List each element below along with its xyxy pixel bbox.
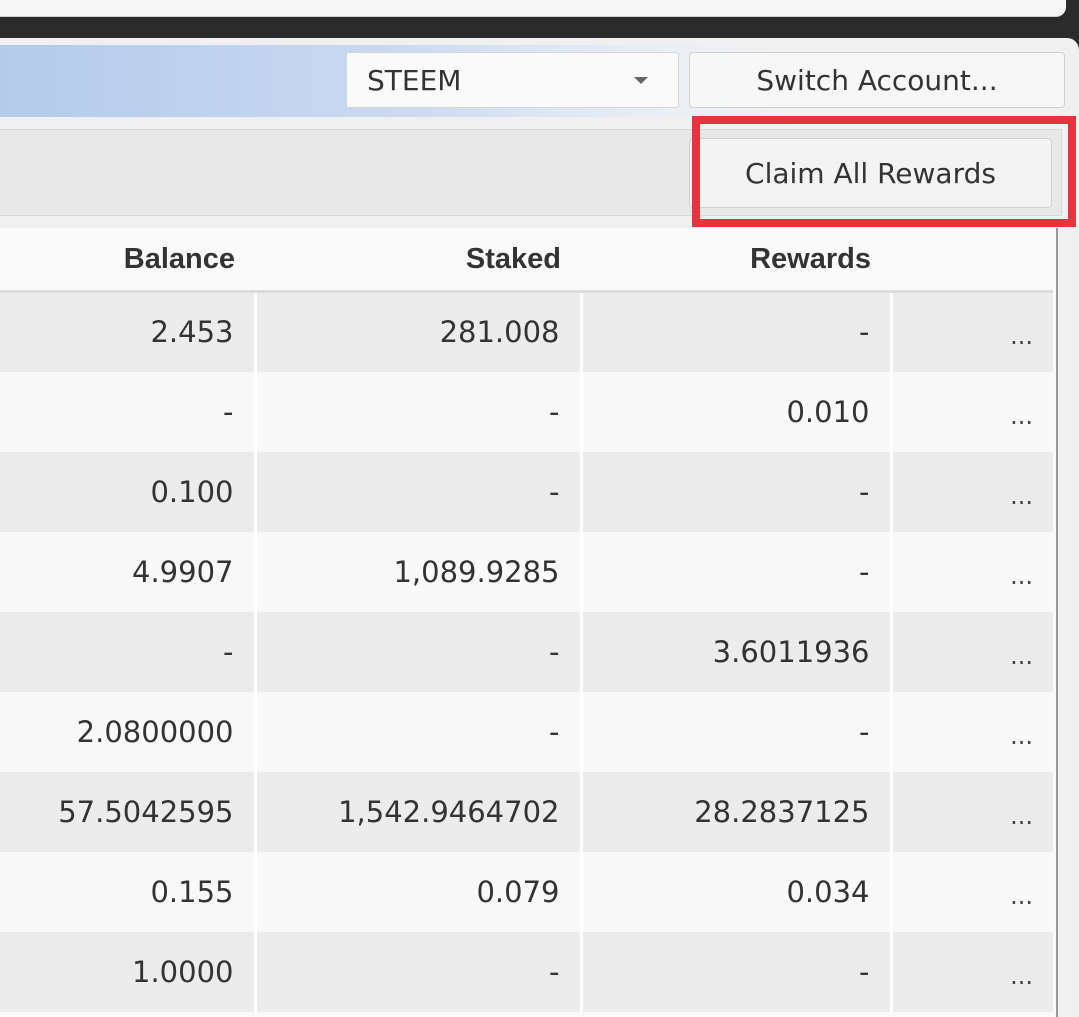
table-row[interactable]: 2.453 281.008 - ...: [0, 291, 1053, 372]
switch-account-button[interactable]: Switch Account...: [689, 52, 1065, 108]
table-row[interactable]: - - 0.010 ...: [0, 371, 1053, 452]
cell-balance: 0.100: [0, 451, 257, 532]
cell-staked: 281.008: [255, 291, 583, 372]
window-top-edge: [0, 0, 1066, 17]
header-staked[interactable]: Staked: [255, 228, 581, 293]
claim-all-rewards-button[interactable]: Claim All Rewards: [689, 138, 1052, 208]
cell-balance: 1.0000: [0, 931, 257, 1012]
cell-balance: 2.453: [0, 291, 257, 372]
cell-staked: 1,089.9285: [255, 531, 583, 612]
cell-balance: 2.0800000: [0, 691, 257, 772]
cell-balance: 4.9907: [0, 531, 257, 612]
table-header-row: Balance Staked Rewards: [0, 228, 1053, 293]
cell-rewards: -: [581, 691, 893, 772]
cell-balance: 57.5042595: [0, 771, 257, 852]
more-actions-button[interactable]: ...: [891, 371, 1053, 452]
more-actions-button[interactable]: ...: [891, 691, 1053, 772]
chevron-down-icon: [634, 77, 648, 84]
table-row[interactable]: 4.9907 1,089.9285 - ...: [0, 531, 1053, 612]
cell-staked: -: [255, 371, 583, 452]
cell-staked: 0.079: [255, 851, 583, 932]
cell-rewards: 3.6011936: [581, 611, 893, 692]
chain-select-value: STEEM: [367, 63, 462, 97]
cell-staked: -: [255, 931, 583, 1012]
more-actions-button[interactable]: ...: [891, 851, 1053, 932]
cell-staked: 1,542.9464702: [255, 771, 583, 852]
header-balance[interactable]: Balance: [0, 228, 255, 293]
cell-rewards: -: [581, 931, 893, 1012]
cell-staked: -: [255, 691, 583, 772]
cell-rewards: -: [581, 291, 893, 372]
cell-balance: -: [0, 371, 257, 452]
table-row[interactable]: 0.155 0.079 0.034 ...: [0, 851, 1053, 932]
cell-staked: -: [255, 451, 583, 532]
cell-rewards: 0.034: [581, 851, 893, 932]
more-actions-button[interactable]: ...: [891, 451, 1053, 532]
header-rewards[interactable]: Rewards: [581, 228, 891, 293]
cell-rewards: -: [581, 451, 893, 532]
cell-balance: -: [0, 611, 257, 692]
chain-select[interactable]: STEEM: [346, 52, 679, 108]
more-actions-button[interactable]: ...: [891, 291, 1053, 372]
cell-staked: -: [255, 611, 583, 692]
more-actions-button[interactable]: ...: [891, 611, 1053, 692]
cell-rewards: 0.010: [581, 371, 893, 452]
header-actions: [891, 228, 1053, 293]
cell-balance: 0.155: [0, 851, 257, 932]
table-row[interactable]: 0.100 - - ...: [0, 451, 1053, 532]
more-actions-button[interactable]: ...: [891, 531, 1053, 612]
cell-rewards: 28.2837125: [581, 771, 893, 852]
table-row[interactable]: - - 3.6011936 ...: [0, 611, 1053, 692]
table-row[interactable]: 2.0800000 - - ...: [0, 691, 1053, 772]
more-actions-button[interactable]: ...: [891, 931, 1053, 1012]
token-table: Balance Staked Rewards 2.453 281.008 - .…: [0, 228, 1058, 1017]
cell-rewards: -: [581, 531, 893, 612]
table-row[interactable]: 57.5042595 1,542.9464702 28.2837125 ...: [0, 771, 1053, 852]
table-row[interactable]: 1.0000 - - ...: [0, 931, 1053, 1012]
more-actions-button[interactable]: ...: [891, 771, 1053, 852]
